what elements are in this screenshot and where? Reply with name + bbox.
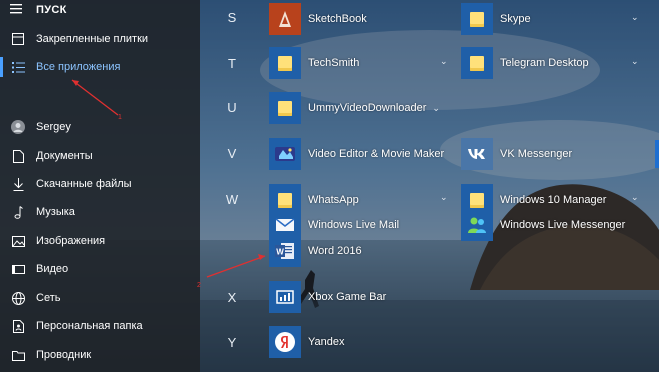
sidebar-item-label: Музыка (36, 206, 75, 218)
network-icon (0, 291, 36, 305)
app-xbox-game-bar[interactable]: Xbox Game Bar (269, 280, 386, 314)
chevron-down-icon[interactable]: ⌄ (440, 192, 448, 203)
explorer-icon (0, 350, 36, 361)
folder-icon (269, 92, 301, 124)
folder-icon (269, 47, 301, 79)
letter-header-v[interactable]: V (222, 146, 242, 161)
annotation-number-2: 2 (197, 282, 201, 289)
chevron-down-icon[interactable]: ⌄ (631, 12, 639, 23)
vk-icon (461, 138, 493, 170)
app-name: Windows Live Messenger (500, 219, 626, 231)
chevron-down-icon[interactable]: ⌄ (631, 56, 639, 67)
sidebar-item-label: Скачанные файлы (36, 178, 132, 190)
chevron-down-icon[interactable]: ⌄ (631, 192, 639, 203)
game-bar-icon (269, 281, 301, 313)
svg-text:W: W (276, 248, 284, 257)
sidebar-item-label: Персональная папка (36, 320, 143, 332)
app-name: Word 2016 (308, 245, 362, 257)
sidebar-item-label: Сеть (36, 292, 61, 304)
tile-edge (655, 140, 659, 168)
app-word-2016[interactable]: W Word 2016 (269, 234, 362, 268)
start-title: ПУСК (36, 4, 67, 16)
chevron-down-icon[interactable]: ⌄ (440, 56, 448, 67)
app-windows-live-messenger[interactable]: Windows Live Messenger (461, 208, 625, 242)
app-name: Video Editor & Movie Maker (308, 148, 445, 160)
sidebar-item-downloads[interactable]: Скачанные файлы (0, 171, 200, 197)
tiles-icon (0, 33, 36, 45)
app-name: TechSmith (308, 57, 360, 69)
app-name: Telegram Desktop (500, 57, 589, 69)
user-folder-icon (0, 319, 36, 333)
sidebar-item-all-apps[interactable]: Все приложения (0, 54, 200, 80)
letter-header-w[interactable]: W (222, 192, 242, 207)
yandex-icon (269, 326, 301, 358)
letter-header-t[interactable]: T (222, 56, 242, 71)
sidebar-item-explorer[interactable]: Проводник (0, 342, 200, 368)
hamburger-menu-icon[interactable] (10, 2, 22, 16)
sidebar-item-videos[interactable]: Видео (0, 256, 200, 282)
sidebar-item-label: Документы (36, 150, 93, 162)
app-vk-messenger[interactable]: VK Messenger (461, 137, 572, 171)
chevron-down-icon[interactable]: ⌄ (432, 103, 440, 114)
app-techsmith[interactable]: TechSmith (269, 46, 359, 80)
sidebar-item-personal-folder[interactable]: Персональная папка (0, 313, 200, 339)
avatar-icon (0, 120, 36, 134)
sidebar-item-label: Sergey (36, 121, 71, 133)
app-name: Yandex (308, 336, 345, 348)
sidebar-item-documents[interactable]: Документы (0, 143, 200, 169)
app-name: Windows Live Mail (308, 219, 400, 231)
letter-header-u[interactable]: U (222, 100, 242, 115)
sidebar-item-label: Закрепленные плитки (36, 33, 149, 45)
download-icon (0, 177, 36, 191)
app-telegram-desktop[interactable]: Telegram Desktop (461, 46, 589, 80)
letter-header-x[interactable]: X (222, 290, 242, 305)
letter-header-s[interactable]: S (222, 10, 242, 25)
folder-icon (461, 3, 493, 35)
sidebar-item-network[interactable]: Сеть (0, 285, 200, 311)
sidebar-item-label: Проводник (36, 349, 92, 361)
letter-header-y[interactable]: Y (222, 335, 242, 350)
annotation-number-1: 1 (118, 114, 122, 121)
app-sketchbook[interactable]: SketchBook (269, 2, 367, 36)
app-yandex[interactable]: Yandex (269, 325, 345, 359)
sidebar-item-user[interactable]: Sergey (0, 114, 200, 140)
messenger-icon (461, 209, 493, 241)
sidebar-item-label: Изображения (36, 235, 106, 247)
sidebar-item-label: Видео (36, 263, 69, 275)
app-name: SketchBook (308, 13, 367, 25)
sidebar-item-label: Все приложения (36, 61, 121, 73)
app-video-editor[interactable]: Video Editor & Movie Maker (269, 137, 444, 171)
sidebar-item-pictures[interactable]: Изображения (0, 228, 200, 254)
picture-icon (0, 235, 36, 247)
word-icon: W (269, 235, 301, 267)
folder-icon (461, 47, 493, 79)
sidebar-item-pinned-tiles[interactable]: Закрепленные плитки (0, 26, 200, 52)
document-icon (0, 149, 36, 163)
video-icon (0, 264, 36, 275)
app-name: WhatsApp (308, 194, 359, 206)
video-editor-icon (269, 138, 301, 170)
app-name: VK Messenger (500, 148, 573, 160)
list-icon (0, 61, 36, 73)
app-skype[interactable]: Skype (461, 2, 531, 36)
app-name: UmmyVideoDownloader (308, 102, 427, 114)
start-sidebar: ПУСК Закрепленные плитки Все приложения … (0, 0, 200, 372)
sidebar-item-music[interactable]: Музыка (0, 199, 200, 225)
app-name: Xbox Game Bar (308, 291, 387, 303)
music-icon (0, 205, 36, 219)
app-name: Skype (500, 13, 531, 25)
app-ummyvideodownloader[interactable]: UmmyVideoDownloader ⌄ (269, 91, 440, 125)
sketchbook-icon (269, 3, 301, 35)
app-name: Windows 10 Manager (500, 194, 607, 206)
